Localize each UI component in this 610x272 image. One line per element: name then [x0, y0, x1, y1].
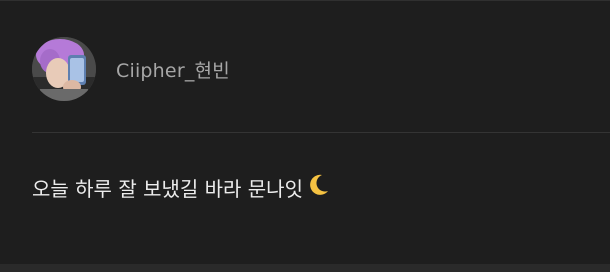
bottom-edge [0, 264, 610, 272]
username[interactable]: Ciipher_현빈 [116, 56, 230, 83]
message-text: 오늘 하루 잘 보냈길 바라 문나잇 [32, 177, 303, 201]
post-header: Ciipher_현빈 [32, 37, 230, 101]
post-card: Ciipher_현빈 오늘 하루 잘 보냈길 바라 문나잇 [0, 0, 610, 264]
post-message: 오늘 하루 잘 보냈길 바라 문나잇 [32, 173, 329, 202]
divider [32, 132, 610, 133]
avatar[interactable] [32, 37, 96, 101]
crescent-moon-icon [309, 174, 329, 201]
avatar-image [32, 37, 96, 101]
